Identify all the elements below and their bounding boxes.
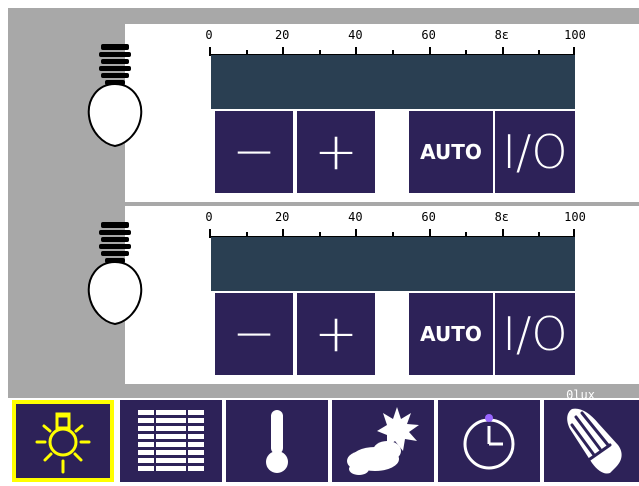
light-bulb-icon	[35, 412, 91, 474]
dim-up-button[interactable]: +	[297, 293, 375, 375]
control-screen: 0 20 40 60 8ε 100 − + AUTO I/O 0 20 40 6…	[0, 0, 639, 486]
light-bulb-icon	[87, 44, 143, 148]
light-bulb-icon	[87, 222, 143, 326]
tab-weather[interactable]	[332, 400, 434, 482]
scale-tick	[245, 50, 248, 54]
scale-tick	[573, 47, 575, 54]
scale-tick	[465, 232, 468, 236]
scale-tick	[465, 50, 468, 54]
tab-cleaning[interactable]	[544, 400, 639, 482]
power-label: I/O	[502, 307, 568, 361]
scale-label: 8ε	[494, 28, 510, 42]
power-label: I/O	[502, 125, 568, 179]
auto-button[interactable]: AUTO	[409, 293, 493, 375]
scale-label: 20	[274, 28, 290, 42]
plus-label: +	[314, 304, 358, 364]
main-frame: 0 20 40 60 8ε 100 − + AUTO I/O 0 20 40 6…	[8, 8, 639, 402]
light-channel-1: 0 20 40 60 8ε 100 − + AUTO I/O	[87, 24, 639, 202]
scale-label: 60	[421, 28, 436, 42]
scale-label: 60	[421, 210, 436, 224]
power-toggle-button[interactable]: I/O	[495, 111, 575, 193]
scale-tick	[209, 47, 211, 54]
plus-label: +	[314, 122, 358, 182]
scale-tick	[318, 232, 321, 236]
dimmer-level-bar[interactable]	[211, 55, 575, 109]
scale-tick	[282, 47, 285, 54]
scale-tick	[573, 229, 575, 236]
scale-label: 8ε	[494, 210, 510, 224]
auto-label: AUTO	[420, 322, 482, 346]
tab-lighting[interactable]	[12, 400, 114, 482]
scale-tick	[318, 50, 321, 54]
scale-label: 0	[205, 210, 213, 224]
bottom-tab-bar	[8, 398, 639, 486]
light-channel-2: 0 20 40 60 8ε 100 − + AUTO I/O	[87, 206, 639, 384]
auto-label: AUTO	[420, 140, 482, 164]
scale-label: 40	[348, 210, 363, 224]
dim-down-button[interactable]: −	[215, 293, 293, 375]
weather-icon	[347, 407, 419, 475]
blinds-icon	[138, 410, 204, 472]
scale-tick	[355, 47, 358, 54]
auto-button[interactable]: AUTO	[409, 111, 493, 193]
scale-label: 40	[348, 28, 363, 42]
tab-blinds[interactable]	[120, 400, 222, 482]
scale-tick	[538, 232, 541, 236]
scale-label: 20	[274, 210, 290, 224]
minus-label: −	[232, 304, 276, 364]
level-scale: 0 20 40 60 8ε 100	[205, 210, 586, 240]
minus-label: −	[232, 122, 276, 182]
dimmer-level-bar[interactable]	[211, 237, 575, 291]
cleaning-hand-icon	[567, 408, 622, 474]
scale-tick	[428, 229, 431, 236]
dim-up-button[interactable]: +	[297, 111, 375, 193]
scale-tick	[538, 50, 541, 54]
scale-tick	[209, 229, 211, 236]
thermometer-icon	[266, 410, 288, 473]
scale-tick	[501, 47, 504, 54]
scale-tick	[501, 229, 504, 236]
scale-label: 100	[564, 210, 586, 224]
clock-icon	[463, 414, 515, 470]
scale-tick	[392, 232, 394, 236]
dim-down-button[interactable]: −	[215, 111, 293, 193]
scale-tick	[392, 50, 394, 54]
level-scale: 0 20 40 60 8ε 100	[205, 28, 586, 58]
scale-label: 0	[205, 28, 213, 42]
scale-tick	[245, 232, 248, 236]
scale-tick	[355, 229, 358, 236]
power-toggle-button[interactable]: I/O	[495, 293, 575, 375]
scale-tick	[282, 229, 285, 236]
tab-timer[interactable]	[438, 400, 540, 482]
scale-tick	[428, 47, 431, 54]
tab-temperature[interactable]	[226, 400, 328, 482]
scale-label: 100	[564, 28, 586, 42]
